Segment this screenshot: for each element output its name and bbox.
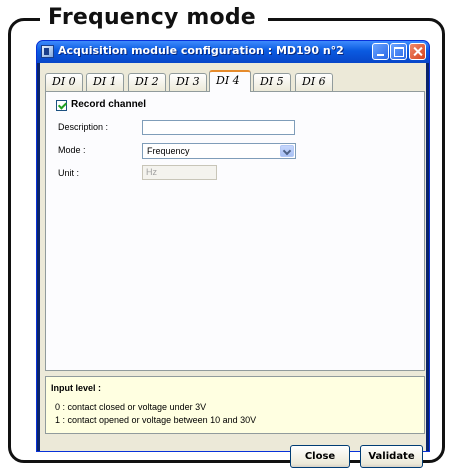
tab-di-6[interactable]: DI 6 xyxy=(295,73,333,91)
close-icon[interactable] xyxy=(409,43,426,60)
tab-di-1[interactable]: DI 1 xyxy=(86,73,124,91)
unit-field: Hz xyxy=(142,165,217,180)
tab-di-0[interactable]: DI 0 xyxy=(45,73,83,91)
minimize-icon[interactable] xyxy=(372,43,389,60)
description-label: Description : xyxy=(58,122,109,132)
input-level-line-0: 0 : contact closed or voltage under 3V xyxy=(55,402,207,412)
description-input[interactable] xyxy=(142,120,295,135)
app-icon xyxy=(41,45,54,58)
unit-label: Unit : xyxy=(58,168,80,178)
tab-di-4[interactable]: DI 4 xyxy=(209,70,251,92)
config-window: Acquisition module configuration : MD190… xyxy=(36,40,430,468)
record-channel-label: Record channel xyxy=(71,99,147,110)
window-title: Acquisition module configuration : MD190… xyxy=(58,44,344,57)
tab-di-2[interactable]: DI 2 xyxy=(128,73,166,91)
input-level-info: Input level : 0 : contact closed or volt… xyxy=(45,376,425,434)
mode-value: Frequency xyxy=(147,146,190,156)
maximize-icon[interactable] xyxy=(390,43,407,60)
mode-select[interactable]: Frequency xyxy=(142,143,296,159)
record-channel-checkbox[interactable] xyxy=(56,100,67,111)
close-button[interactable]: Close xyxy=(290,445,350,468)
tab-di-5[interactable]: DI 5 xyxy=(253,73,291,91)
validate-button[interactable]: Validate xyxy=(360,445,423,468)
input-level-line-1: 1 : contact opened or voltage between 10… xyxy=(55,415,257,425)
input-level-title: Input level : xyxy=(51,383,102,393)
tab-di-3[interactable]: DI 3 xyxy=(169,73,207,91)
channel-panel: Record channel Description : Mode : Freq… xyxy=(45,91,425,371)
frame-title: Frequency mode xyxy=(40,3,268,33)
mode-label: Mode : xyxy=(58,145,86,155)
title-bar[interactable]: Acquisition module configuration : MD190… xyxy=(37,41,429,63)
window-client: DI 0 DI 1 DI 2 DI 3 DI 4 DI 5 DI 6 Recor… xyxy=(40,63,426,468)
chevron-down-icon[interactable] xyxy=(280,145,294,157)
